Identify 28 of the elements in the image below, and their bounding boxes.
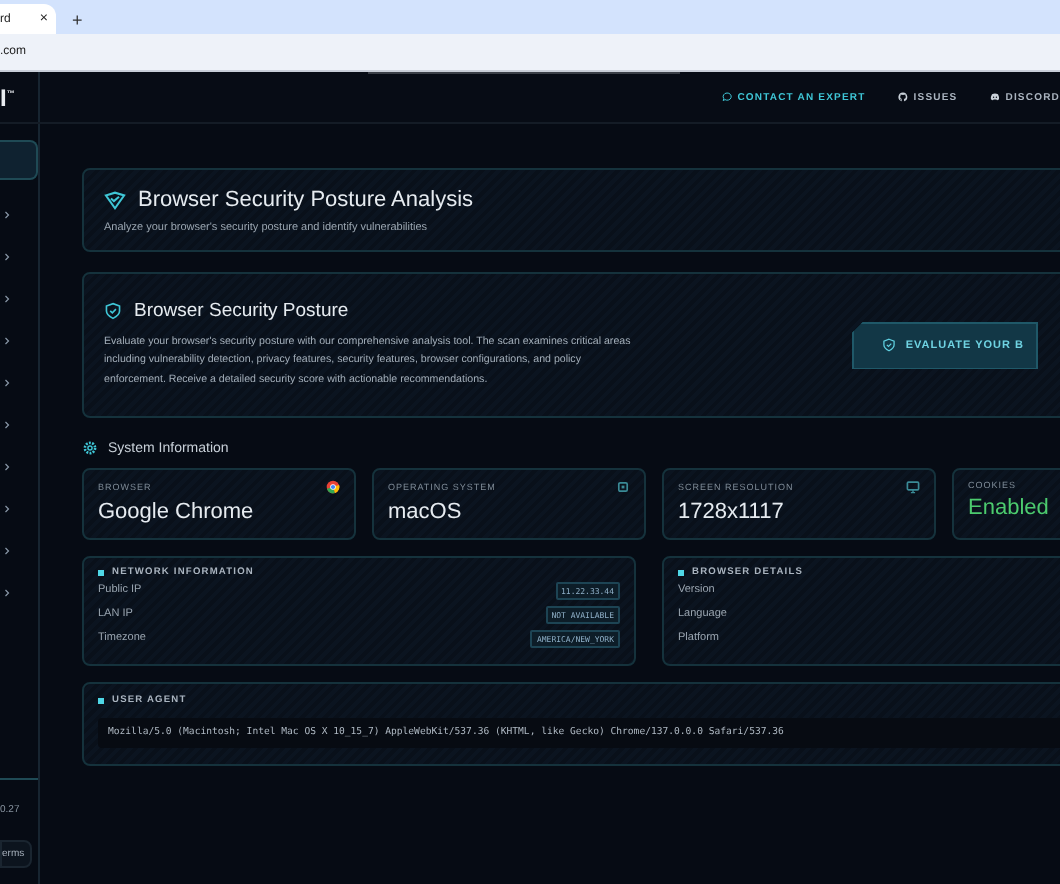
chevron-right-icon [4,210,10,220]
monitor-icon [906,480,920,494]
chrome-logo-icon [326,480,340,494]
shield-check-icon [881,338,896,352]
discord-icon [989,92,1000,102]
chevron-right-icon [4,588,10,598]
github-icon [897,92,908,102]
sidebar-item[interactable] [0,140,38,180]
stat-value: Google Chrome [98,500,256,524]
shield-check-icon [104,301,122,320]
chat-icon [721,92,732,102]
new-tab-button[interactable]: + [72,10,83,30]
chevron-right-icon [4,252,10,262]
chip-icon [616,480,630,494]
stat-value: Enabled [968,496,1051,520]
gear-icon [82,440,98,456]
chevron-right-icon [4,462,10,472]
card-title: Browser Security Posture [134,299,349,322]
stat-value: macOS [388,500,464,524]
chevron-right-icon [4,420,10,430]
chevron-right-icon [4,546,10,556]
chevron-right-icon [4,504,10,514]
page-title: Browser Security Posture Analysis [138,188,474,212]
chevron-right-icon [4,294,10,304]
chevron-right-icon [4,378,10,388]
stat-value: 1728x1117 [678,500,786,524]
shield-check-icon [104,190,126,210]
chevron-right-icon [4,336,10,346]
